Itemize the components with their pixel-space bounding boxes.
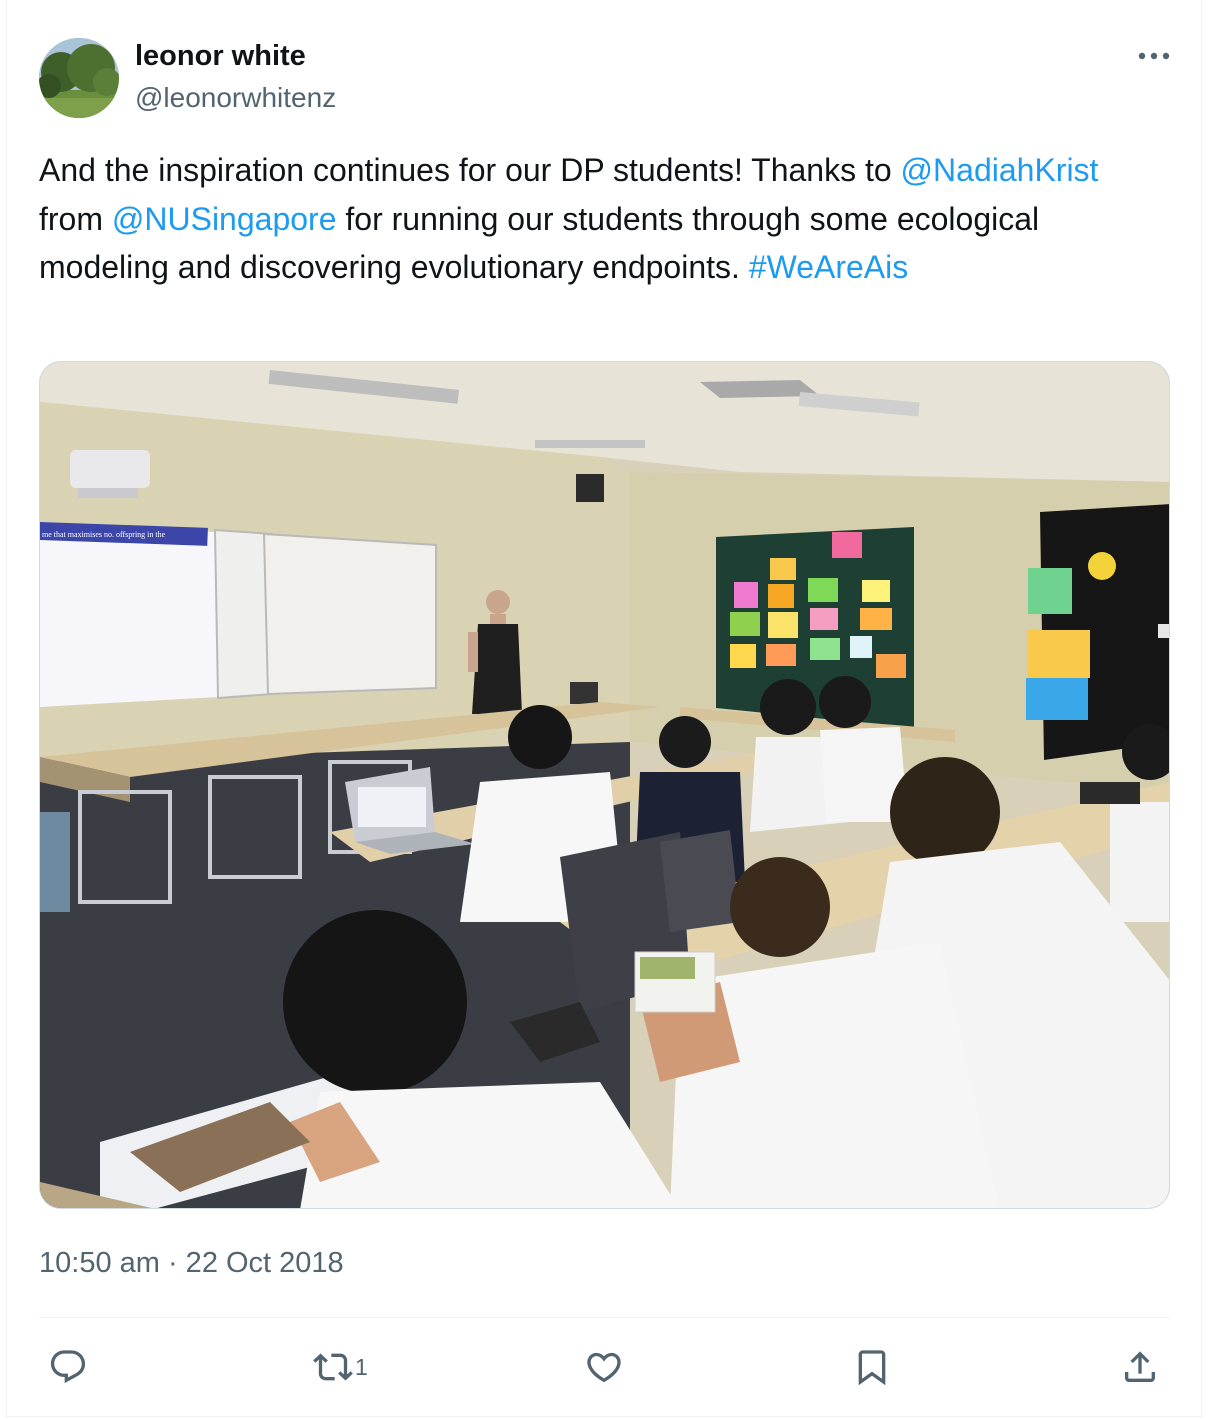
tweet-timestamp[interactable]: 10:50 am · 22 Oct 2018 <box>39 1247 344 1280</box>
classroom-photo: me that maximises no. offspring in the <box>40 362 1169 1208</box>
bookmark-icon <box>858 1350 886 1386</box>
avatar[interactable] <box>39 38 119 118</box>
share-button[interactable] <box>1120 1345 1160 1389</box>
author-handle[interactable]: @leonorwhitenz <box>135 82 336 114</box>
retweet-count: 1 <box>355 1353 368 1380</box>
bookmark-button[interactable] <box>852 1345 892 1389</box>
reply-icon <box>50 1350 86 1384</box>
reply-button[interactable] <box>48 1345 88 1389</box>
avatar-image <box>39 38 119 118</box>
actions-divider <box>39 1317 1170 1318</box>
mention-link-nusingapore[interactable]: @NUSingapore <box>112 201 337 237</box>
retweet-icon <box>313 1353 353 1381</box>
author-display-name[interactable]: leonor white <box>135 40 306 73</box>
mention-link-nadiahkrist[interactable]: @NadiahKrist <box>901 152 1099 188</box>
tweet-text-segment: from <box>39 200 112 237</box>
retweet-button[interactable]: 1 <box>313 1345 368 1389</box>
tweet-text: And the inspiration continues for our DP… <box>39 146 1159 292</box>
tweet-photo[interactable]: me that maximises no. offspring in the <box>39 361 1170 1209</box>
heart-icon <box>587 1352 621 1383</box>
like-button[interactable] <box>584 1345 624 1389</box>
share-icon <box>1125 1351 1155 1382</box>
more-options-icon[interactable] <box>1132 44 1176 68</box>
hashtag-link-weareais[interactable]: #WeAreAis <box>749 249 908 285</box>
slide-text: me that maximises no. offspring in the <box>42 530 166 539</box>
tweet-text-segment: And the inspiration continues for our DP… <box>39 152 901 188</box>
